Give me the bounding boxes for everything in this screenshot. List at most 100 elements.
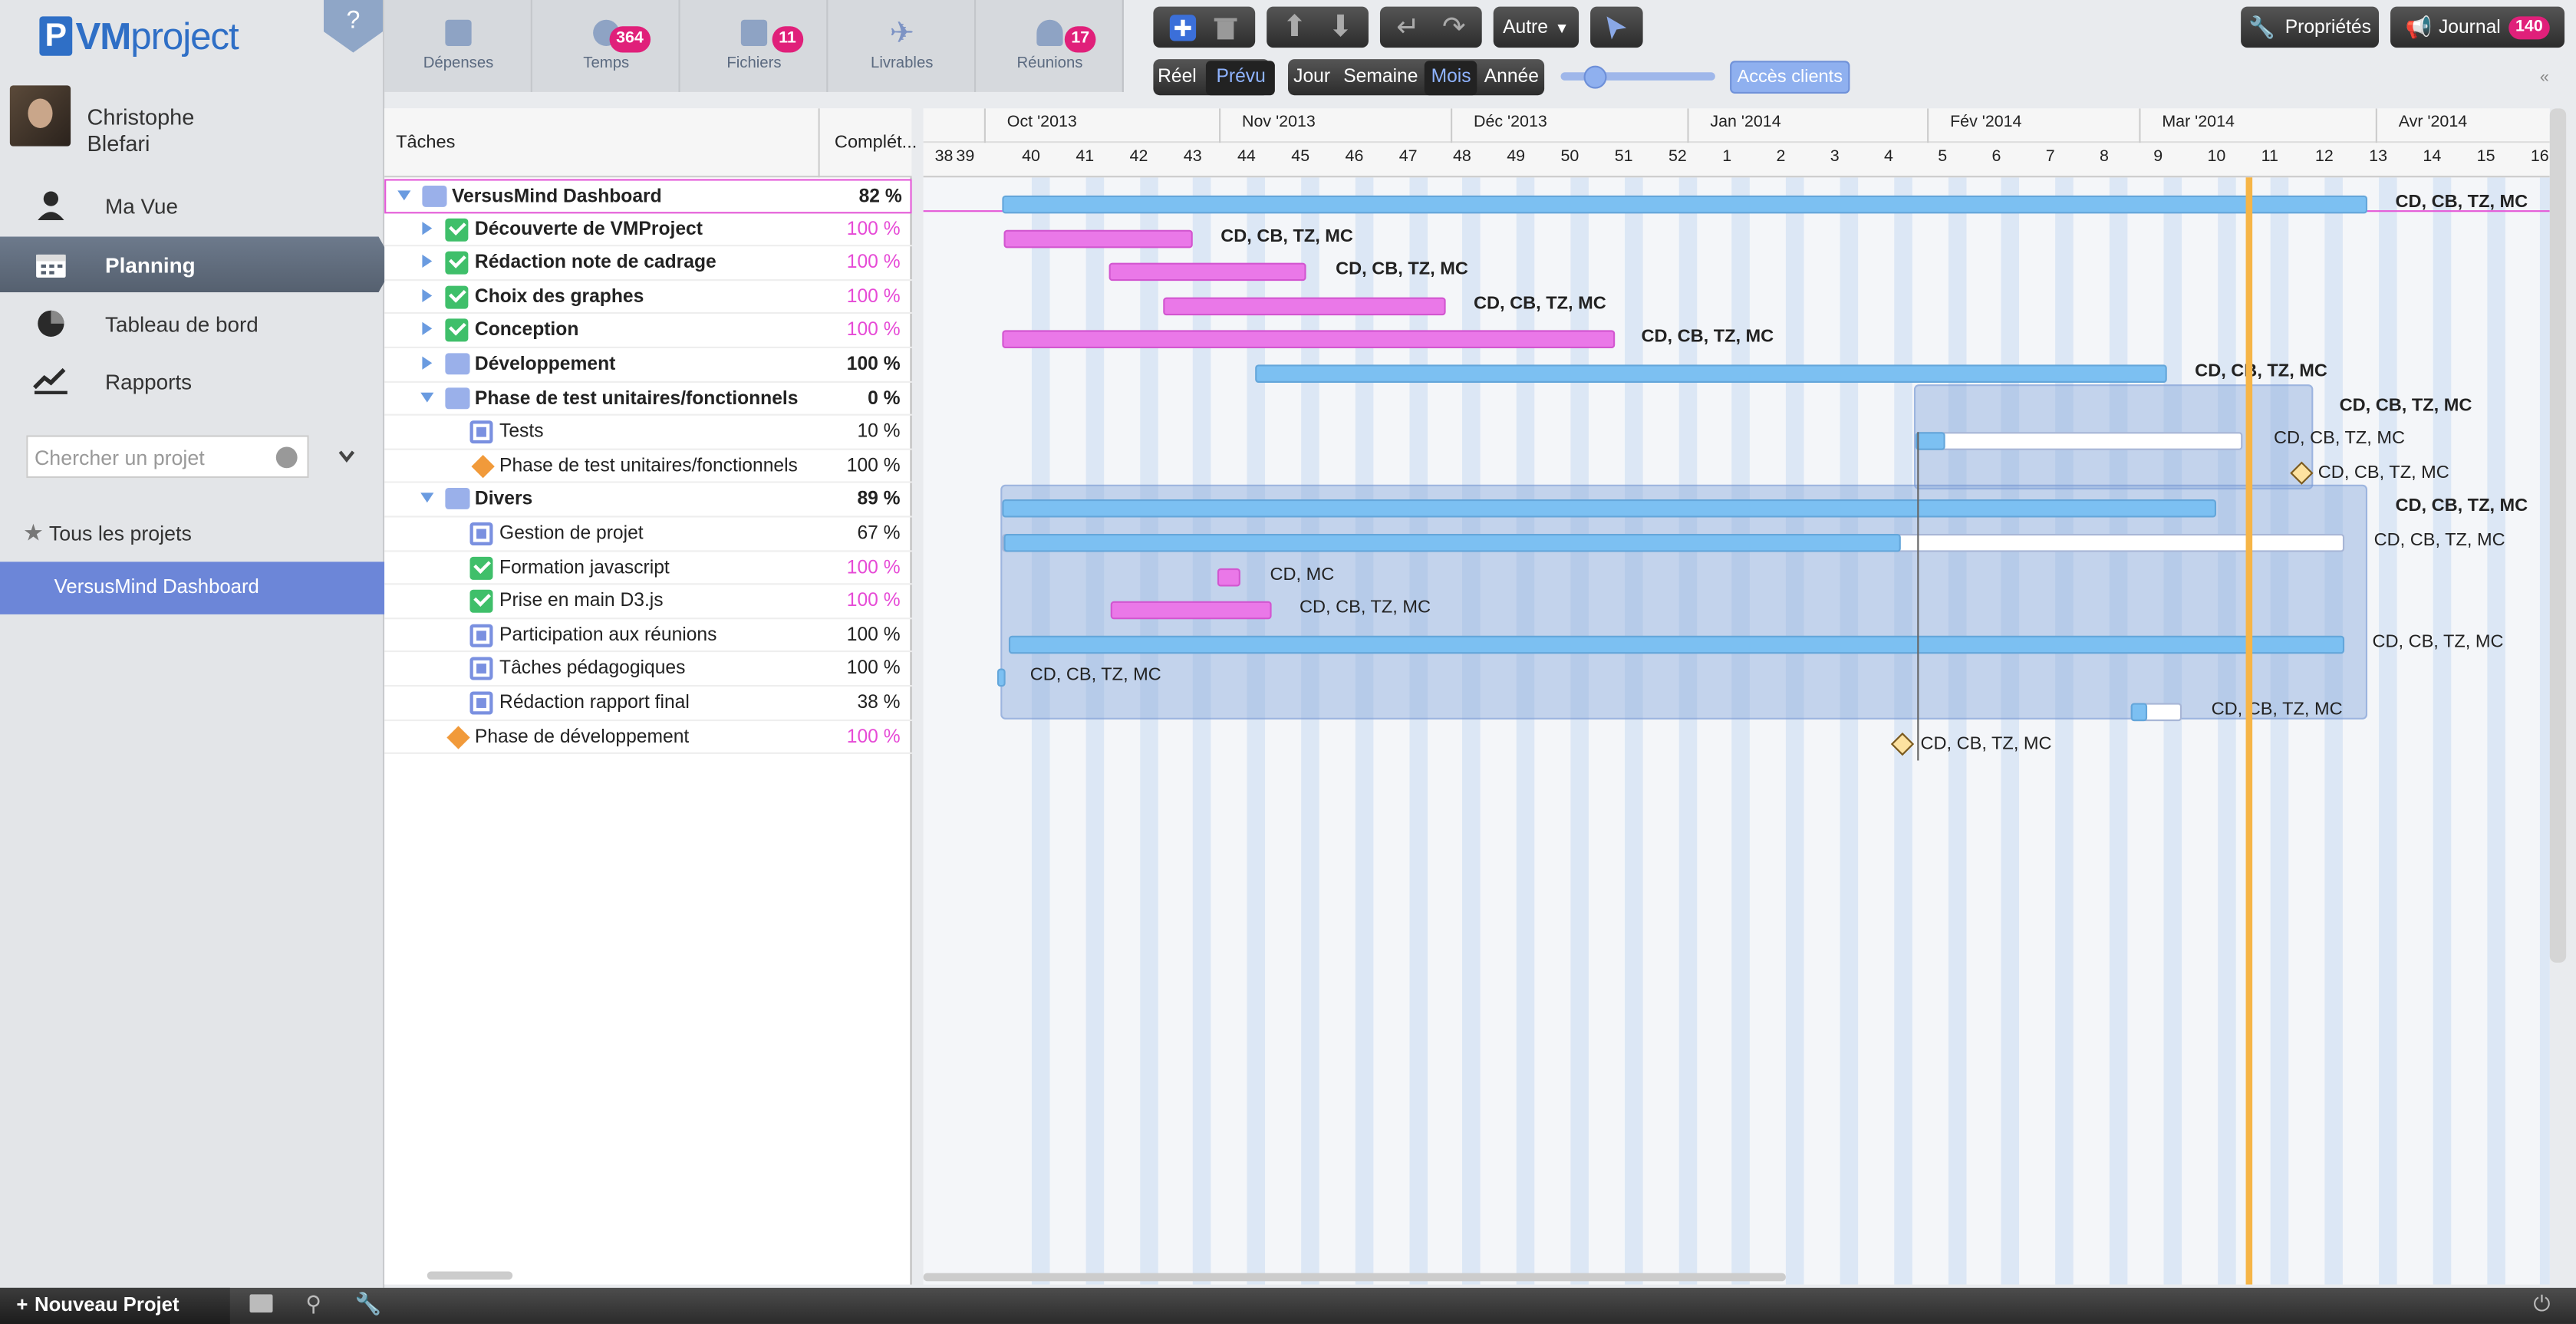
task-bar[interactable] xyxy=(1002,195,2368,214)
search-clear-icon[interactable] xyxy=(275,446,298,469)
expand-icon[interactable] xyxy=(422,288,433,302)
task-row[interactable]: Découverte de VMProject 100 % xyxy=(384,213,912,247)
task-bar[interactable] xyxy=(1255,364,2167,383)
folder-icon[interactable] xyxy=(249,1294,273,1312)
scale-year-button[interactable]: Année xyxy=(1477,60,1545,94)
task-row[interactable]: Tests 10 % xyxy=(384,416,912,450)
scale-week-button[interactable]: Semaine xyxy=(1337,60,1425,94)
expand-icon[interactable] xyxy=(422,221,433,235)
dependency-line[interactable] xyxy=(1917,432,1919,761)
all-projects-link[interactable]: ★ Tous les projets xyxy=(23,519,192,547)
chevron-down-icon[interactable] xyxy=(335,445,358,465)
task-row[interactable]: Phase de test unitaires/fonctionnels 0 % xyxy=(384,382,912,417)
task-row[interactable]: Divers 89 % xyxy=(384,483,912,518)
collapse-icon[interactable]: « xyxy=(2540,69,2549,87)
redo-icon[interactable]: ↷ xyxy=(1431,10,1477,44)
nav-item-rapports[interactable]: Rapports xyxy=(0,353,384,409)
task-bar[interactable] xyxy=(1003,229,1193,248)
column-header-completion[interactable]: Complét... xyxy=(818,108,917,178)
progress-bar[interactable] xyxy=(1003,533,1901,552)
view-planned-button[interactable]: Prévu xyxy=(1206,60,1276,95)
grid-scrollbar[interactable] xyxy=(427,1271,513,1280)
task-row[interactable]: Formation javascript 100 % xyxy=(384,552,912,585)
task-row[interactable]: VersusMind Dashboard 82 % xyxy=(384,179,912,213)
task-bar[interactable] xyxy=(1002,331,1616,349)
help-label: ? xyxy=(346,6,361,35)
task-row[interactable]: Choix des graphes 100 % xyxy=(384,281,912,315)
scale-day-button[interactable]: Jour xyxy=(1287,60,1337,94)
outdent-icon[interactable]: ↵ xyxy=(1385,10,1431,44)
tab-depenses[interactable]: Dépenses xyxy=(384,0,532,92)
nav-item-tableau-de-bord[interactable]: Tableau de bord xyxy=(0,295,384,351)
gantt-scrollbar[interactable] xyxy=(923,1273,1786,1282)
star-icon: ★ xyxy=(22,519,44,545)
tab-temps[interactable]: 364 Temps xyxy=(532,0,680,92)
task-bar[interactable] xyxy=(1108,263,1306,282)
task-row[interactable]: Rédaction note de cadrage 100 % xyxy=(384,247,912,281)
delete-task-button[interactable] xyxy=(1204,10,1247,44)
task-name: Choix des graphes xyxy=(474,287,644,308)
vertical-scrollbar[interactable] xyxy=(2549,108,2567,963)
client-access-button[interactable]: Accès clients xyxy=(1730,61,1850,94)
task-bar[interactable] xyxy=(1163,297,1446,315)
task-bar[interactable] xyxy=(996,669,1006,687)
task-row[interactable]: Participation aux réunions 100 % xyxy=(384,619,912,653)
avatar[interactable] xyxy=(9,85,71,147)
progress-bar[interactable] xyxy=(2130,703,2148,722)
task-bar[interactable] xyxy=(1916,432,2243,451)
tab-fichiers[interactable]: 11 Fichiers xyxy=(680,0,828,92)
wrench-icon[interactable]: 🔧 xyxy=(355,1291,382,1317)
nav-item-planning[interactable]: Planning xyxy=(0,236,394,293)
new-project-button[interactable]: + Nouveau Projet xyxy=(0,1287,230,1324)
view-real-button[interactable]: Réel xyxy=(1148,60,1206,94)
properties-button[interactable]: 🔧 Propriétés xyxy=(2241,6,2380,48)
task-row[interactable]: Prise en main D3.js 100 % xyxy=(384,585,912,619)
task-row[interactable]: Phase de test unitaires/fonctionnels 100 … xyxy=(384,450,912,484)
expand-icon[interactable] xyxy=(422,356,433,370)
zoom-slider-handle[interactable] xyxy=(1583,65,1607,89)
other-dropdown[interactable]: Autre ▼ xyxy=(1493,6,1580,48)
collapse-icon[interactable] xyxy=(420,391,434,402)
journal-button[interactable]: 📢 Journal 140 xyxy=(2390,6,2565,48)
task-row[interactable]: Rédaction rapport final 38 % xyxy=(384,687,912,721)
file-icon xyxy=(740,19,768,46)
expand-icon[interactable] xyxy=(422,322,433,336)
expand-icon[interactable] xyxy=(422,255,433,268)
progress-bar[interactable] xyxy=(1916,432,1945,451)
pointer-tool-button[interactable] xyxy=(1590,6,1643,48)
wrench-icon: 🔧 xyxy=(2248,14,2275,39)
task-completion: 100 % xyxy=(846,354,901,375)
project-search-input[interactable]: Chercher un projet xyxy=(26,435,309,479)
task-bar[interactable] xyxy=(1008,635,2345,654)
arrow-down-icon[interactable]: ⬇ xyxy=(1318,10,1364,44)
trend-chart-icon xyxy=(33,367,69,397)
new-project-label: Nouveau Projet xyxy=(35,1293,180,1316)
task-bar[interactable] xyxy=(1002,499,2217,519)
task-row[interactable]: Phase de développement 100 % xyxy=(384,720,912,755)
tab-reunions[interactable]: 17 Réunions xyxy=(976,0,1124,92)
add-task-button[interactable] xyxy=(1161,10,1204,44)
resource-label: CD, CB, TZ, MC xyxy=(2211,700,2343,720)
project-item-selected[interactable]: VersusMind Dashboard xyxy=(0,562,385,614)
search-icon[interactable]: ⚲ xyxy=(305,1291,321,1317)
app-logo[interactable]: P VM project xyxy=(39,13,239,59)
help-button[interactable]: ? xyxy=(323,0,383,53)
expand-icon[interactable] xyxy=(397,190,411,201)
power-icon[interactable]: ⏻ xyxy=(2533,1291,2550,1317)
column-header-tasks[interactable]: Tâches xyxy=(396,133,455,153)
task-icon xyxy=(469,420,493,444)
tab-livrables[interactable]: ✈ Livrables xyxy=(828,0,977,92)
task-bar[interactable] xyxy=(1217,568,1240,586)
task-row[interactable]: Gestion de projet 67 % xyxy=(384,518,912,552)
nav-label: Tableau de bord xyxy=(105,311,259,336)
task-row[interactable]: Conception 100 % xyxy=(384,315,912,348)
nav-item-ma-vue[interactable]: Ma Vue xyxy=(0,177,384,233)
collapse-icon[interactable] xyxy=(420,493,434,504)
task-row[interactable]: Tâches pédagogiques 100 % xyxy=(384,653,912,687)
scale-month-button[interactable]: Mois xyxy=(1425,60,1478,95)
task-bar[interactable] xyxy=(1110,601,1272,620)
task-row[interactable]: Développement 100 % xyxy=(384,348,912,383)
milestone-diamond[interactable] xyxy=(1890,732,1915,756)
task-completion: 67 % xyxy=(857,524,901,544)
arrow-up-icon[interactable]: ⬆ xyxy=(1272,10,1318,44)
